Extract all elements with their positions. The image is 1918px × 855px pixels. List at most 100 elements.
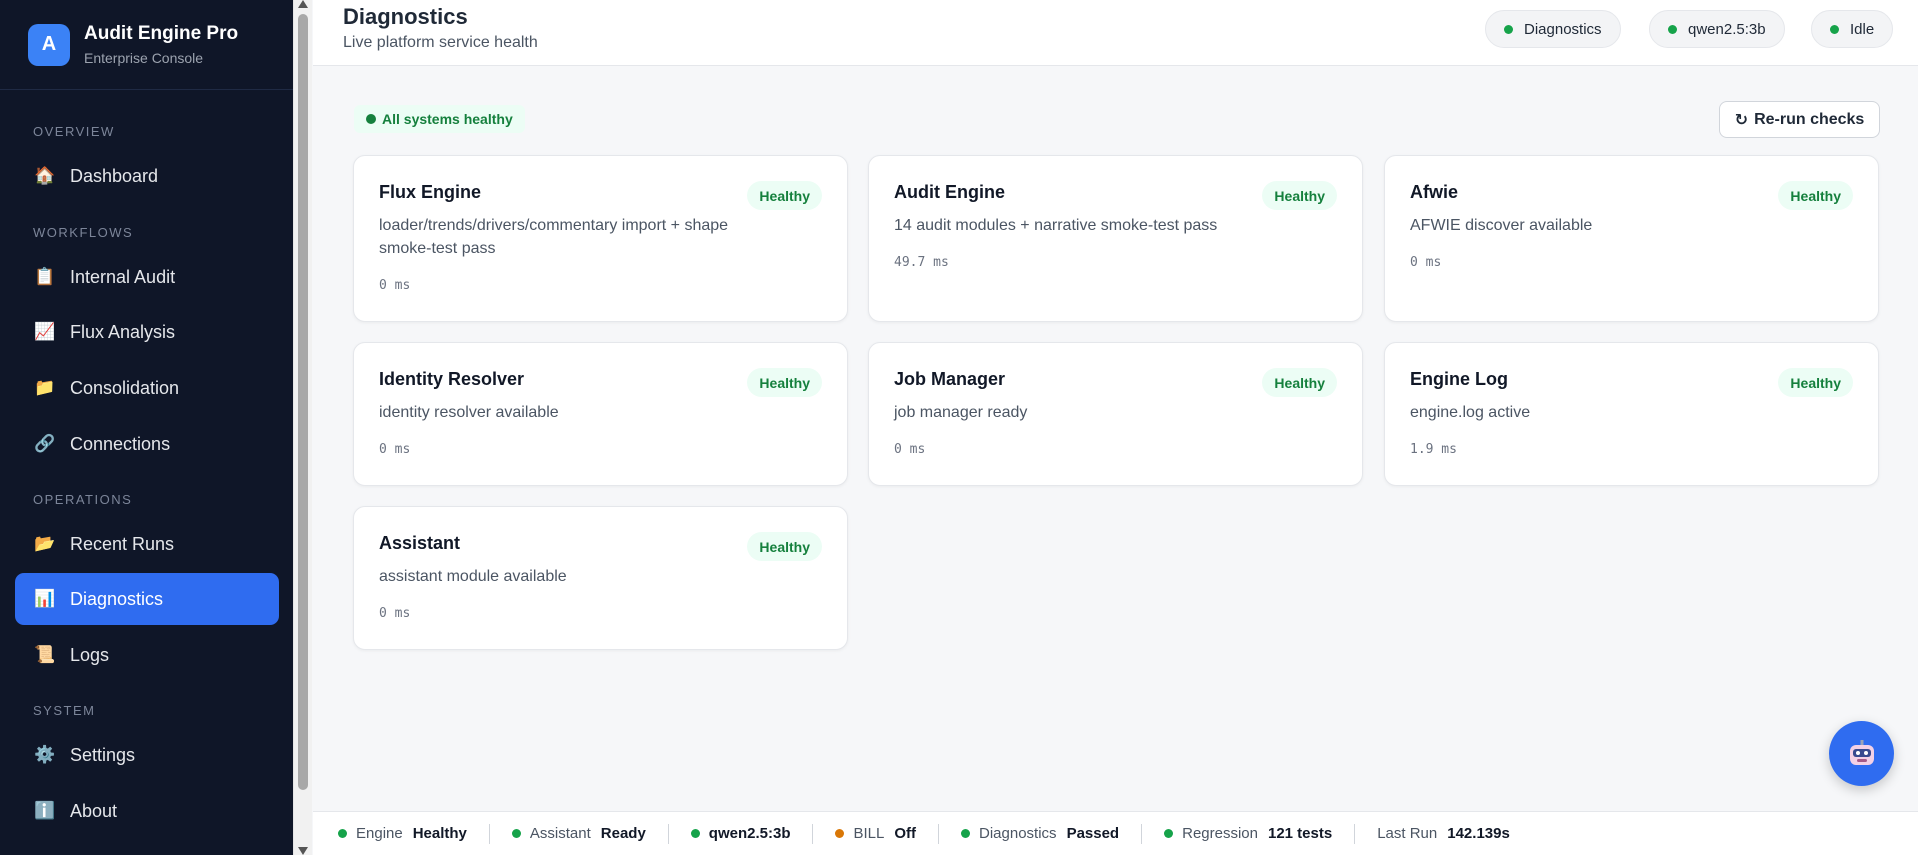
status-badge: Healthy [747, 368, 822, 397]
status-value: 121 tests [1267, 825, 1333, 842]
status-label: Regression [1182, 825, 1258, 842]
card-title: Engine Log [1410, 369, 1508, 389]
status-dot-icon [338, 829, 347, 838]
status-dot-icon [1164, 829, 1174, 838]
card-description: AFWIE discover available [1410, 217, 1593, 234]
service-card-assistant[interactable]: Assistant Healthy assistant module avail… [353, 506, 848, 650]
sidebar-item-recent-runs[interactable]: 📂 Recent Runs [15, 518, 279, 570]
sidebar-item-label: Flux Analysis [70, 321, 176, 342]
card-latency: 0 ms [894, 442, 926, 457]
gear-icon: ⚙️ [34, 745, 56, 764]
info-icon: ℹ️ [34, 801, 56, 820]
sidebar-item-label: Dashboard [70, 165, 159, 186]
pill-label: Diagnostics [1524, 20, 1602, 38]
card-description: job manager ready [894, 404, 1028, 421]
brand-subtitle: Enterprise Console [84, 50, 204, 66]
service-card-job-manager[interactable]: Job Manager Healthy job manager ready 0 … [868, 342, 1363, 486]
status-label: Last Run [1377, 825, 1438, 842]
status-bar-item-model: qwen2.5:3b [669, 823, 814, 844]
card-description: loader/trends/drivers/commentary import … [379, 217, 729, 257]
status-bar-item-assistant: Assistant Ready [490, 823, 669, 844]
nav-section-operations: OPERATIONS [33, 492, 133, 507]
sidebar-item-consolidation[interactable]: 📁 Consolidation [15, 362, 279, 414]
status-dot-icon [1504, 24, 1513, 34]
assistant-robot-button[interactable] [1829, 721, 1894, 786]
status-dot-icon [1668, 24, 1677, 34]
card-latency: 0 ms [379, 606, 411, 621]
sidebar-item-dashboard[interactable]: 🏠 Dashboard [15, 150, 279, 202]
status-value: 142.139s [1447, 825, 1510, 842]
status-label: Assistant [529, 825, 591, 842]
status-value: Ready [600, 825, 646, 842]
chart-up-icon: 📈 [34, 322, 56, 341]
scroll-down-arrow-icon[interactable] [298, 847, 308, 855]
sidebar-item-label: About [70, 800, 118, 821]
status-dot-icon [366, 114, 376, 124]
service-card-afwie[interactable]: Afwie Healthy AFWIE discover available 0… [1384, 155, 1879, 322]
service-card-identity-resolver[interactable]: Identity Resolver Healthy identity resol… [353, 342, 848, 486]
card-description: identity resolver available [379, 404, 559, 421]
sidebar: A Audit Engine Pro Enterprise Console OV… [0, 0, 293, 855]
status-bar-item-regression: Regression 121 tests [1142, 823, 1356, 844]
nav-section-workflows: WORKFLOWS [33, 225, 134, 240]
card-title: Afwie [1410, 182, 1459, 202]
sidebar-item-internal-audit[interactable]: 📋 Internal Audit [15, 251, 279, 303]
robot-icon [1849, 739, 1874, 765]
status-label: BILL [853, 825, 885, 842]
bar-chart-icon: 📊 [34, 589, 56, 608]
status-bar: Engine Healthy Assistant Ready qwen2.5:3… [313, 811, 1918, 855]
card-title: Assistant [379, 533, 461, 553]
header-pill-idle[interactable]: Idle [1811, 10, 1894, 48]
status-bar-item-diagnostics: Diagnostics Passed [939, 823, 1143, 844]
status-label: Engine [356, 825, 403, 842]
status-value: Passed [1066, 825, 1120, 842]
status-dot-icon [511, 829, 521, 838]
status-badge: Healthy [1778, 181, 1853, 210]
card-title: Identity Resolver [379, 369, 525, 389]
brand: A Audit Engine Pro Enterprise Console [0, 0, 293, 90]
card-description: assistant module available [379, 568, 567, 585]
status-value: qwen2.5:3b [708, 825, 791, 842]
card-description: engine.log active [1410, 404, 1531, 421]
sidebar-item-logs[interactable]: 📜 Logs [15, 629, 279, 681]
status-badge: Healthy [1778, 368, 1853, 397]
sidebar-item-label: Connections [70, 433, 171, 454]
status-dot-icon [690, 829, 700, 838]
pill-label: Idle [1850, 20, 1875, 38]
rerun-label: Re-run checks [1754, 110, 1865, 128]
overall-status-badge: All systems healthy [354, 105, 525, 133]
rerun-checks-button[interactable]: ↻ Re-run checks [1719, 101, 1880, 138]
status-value: Off [894, 825, 917, 842]
service-card-audit-engine[interactable]: Audit Engine Healthy 14 audit modules + … [868, 155, 1363, 322]
card-title: Audit Engine [894, 182, 1005, 202]
sidebar-scrollbar[interactable] [293, 0, 312, 855]
scroll-up-arrow-icon[interactable] [298, 0, 308, 8]
service-card-flux-engine[interactable]: Flux Engine Healthy loader/trends/driver… [353, 155, 848, 322]
sidebar-item-diagnostics[interactable]: 📊 Diagnostics [15, 573, 279, 625]
open-folder-icon: 📂 [34, 534, 56, 553]
status-badge: Healthy [1262, 181, 1337, 210]
status-value: Healthy [412, 825, 467, 842]
status-label: Diagnostics [979, 825, 1057, 842]
card-latency: 1.9 ms [1410, 442, 1457, 457]
sidebar-item-label: Diagnostics [70, 588, 164, 609]
sidebar-item-label: Consolidation [70, 377, 180, 398]
card-title: Flux Engine [379, 182, 482, 202]
card-title: Job Manager [894, 369, 1006, 389]
clipboard-icon: 📋 [34, 267, 56, 286]
scroll-icon: 📜 [34, 645, 56, 664]
service-card-engine-log[interactable]: Engine Log Healthy engine.log active 1.9… [1384, 342, 1879, 486]
scroll-thumb[interactable] [298, 14, 308, 790]
brand-logo: A [28, 23, 70, 66]
nav-section-overview: OVERVIEW [33, 124, 115, 139]
sidebar-item-connections[interactable]: 🔗 Connections [15, 418, 279, 470]
status-bar-item-bill: BILL Off [813, 823, 940, 844]
sidebar-item-about[interactable]: ℹ️ About [15, 785, 279, 837]
status-dot-icon [1830, 24, 1839, 34]
header-pill-diagnostics[interactable]: Diagnostics [1485, 10, 1621, 48]
header-pill-model[interactable]: qwen2.5:3b [1649, 10, 1785, 48]
sidebar-item-settings[interactable]: ⚙️ Settings [15, 729, 279, 781]
card-latency: 49.7 ms [894, 255, 949, 270]
link-icon: 🔗 [34, 434, 56, 453]
sidebar-item-flux-analysis[interactable]: 📈 Flux Analysis [15, 306, 279, 358]
